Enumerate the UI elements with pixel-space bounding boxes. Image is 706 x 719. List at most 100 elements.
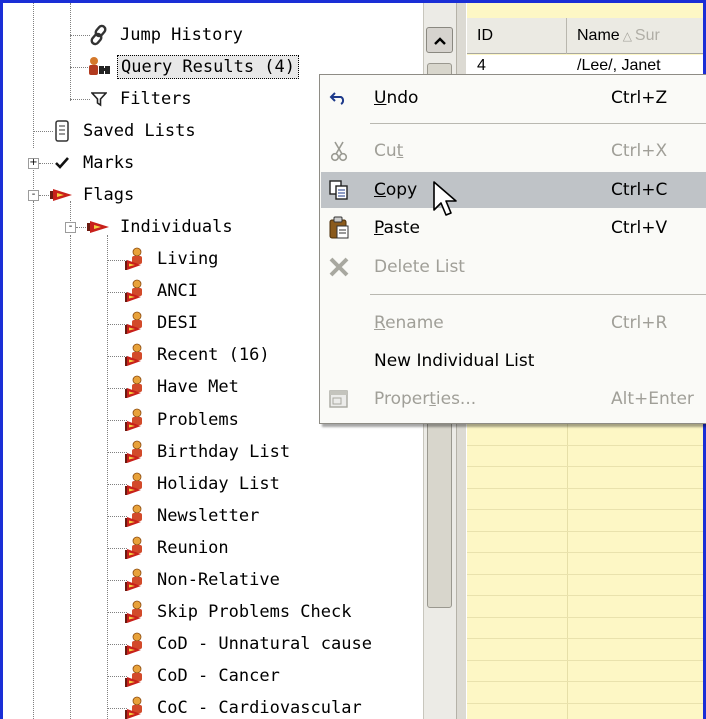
menu-item-shortcut: Alt+Enter bbox=[611, 389, 694, 409]
menu-item-shortcut: Ctrl+X bbox=[611, 141, 668, 161]
tree-item-cod-cancer[interactable]: CoD - Cancer bbox=[124, 661, 283, 691]
grid-row-line bbox=[467, 552, 703, 553]
tree-item-marks[interactable]: Marks bbox=[50, 148, 137, 178]
person-flag-icon bbox=[124, 472, 148, 496]
tree-item-label: Marks bbox=[83, 153, 135, 173]
tree-item-coc-cardiovascular[interactable]: CoC - Cardiovascular bbox=[124, 693, 365, 719]
tree-collapse-individuals[interactable]: - bbox=[65, 222, 76, 233]
tree-item-have-met[interactable]: Have Met bbox=[124, 372, 242, 402]
checkmark-icon bbox=[50, 151, 74, 175]
tree-item-birthday-list[interactable]: Birthday List bbox=[124, 437, 293, 467]
tree-collapse-flags[interactable]: - bbox=[28, 190, 39, 201]
grid-row-line bbox=[467, 681, 703, 682]
tree-item-filters[interactable]: Filters bbox=[87, 84, 195, 114]
column-header-sublabel: Sur bbox=[634, 27, 660, 44]
menu-separator bbox=[370, 294, 706, 295]
grid-row-line bbox=[467, 530, 703, 532]
menu-item-copy[interactable]: Copy Ctrl+C bbox=[321, 172, 706, 208]
person-flag-icon bbox=[124, 343, 148, 367]
grid-row-line bbox=[467, 595, 703, 596]
grid-row-line bbox=[467, 638, 703, 639]
clipboard-icon bbox=[327, 216, 351, 240]
menu-item-label: Delete List bbox=[374, 257, 465, 277]
tree-connector bbox=[70, 3, 71, 101]
tree-item-saved-lists[interactable]: Saved Lists bbox=[50, 116, 199, 146]
tree-item-flags[interactable]: Flags bbox=[50, 180, 137, 210]
copy-icon bbox=[327, 178, 351, 202]
mouse-pointer-icon bbox=[432, 180, 460, 222]
flag-icon bbox=[50, 183, 74, 207]
grid-row-line bbox=[467, 702, 703, 704]
tree-connector bbox=[70, 235, 71, 719]
person-flag-icon bbox=[124, 247, 148, 271]
tree-item-label: ANCI bbox=[157, 281, 198, 302]
tree-item-label: CoC - Cardiovascular bbox=[157, 698, 362, 719]
tree-item-label: Holiday List bbox=[157, 473, 280, 494]
person-flag-icon bbox=[124, 504, 148, 528]
column-header-name[interactable]: Name △ Sur bbox=[567, 18, 703, 54]
menu-item-label: Undo bbox=[374, 88, 419, 108]
menu-item-properties[interactable]: Properties... Alt+Enter bbox=[321, 381, 706, 417]
tree-item-non-relative[interactable]: Non-Relative bbox=[124, 565, 283, 595]
menu-item-label: Properties... bbox=[374, 389, 477, 409]
menu-item-undo[interactable]: Undo Ctrl+Z bbox=[321, 80, 706, 116]
menu-item-rename[interactable]: Rename Ctrl+R bbox=[321, 305, 706, 341]
menu-item-label: Copy bbox=[374, 180, 418, 200]
tree-item-label: Reunion bbox=[157, 537, 229, 558]
tree-item-anci[interactable]: ANCI bbox=[124, 276, 201, 306]
tree-item-label: Skip Problems Check bbox=[157, 602, 352, 623]
scissors-icon bbox=[327, 139, 351, 163]
menu-item-label: New Individual List bbox=[374, 351, 535, 371]
scroll-icon bbox=[50, 119, 74, 143]
grid-header: ID Name △ Sur bbox=[467, 18, 703, 54]
menu-item-label: Cut bbox=[374, 141, 404, 161]
tree-item-label: Query Results (4) bbox=[117, 55, 299, 79]
person-flag-icon bbox=[124, 664, 148, 688]
tree-item-label: DESI bbox=[157, 313, 198, 334]
grid-row-line bbox=[467, 509, 703, 510]
menu-item-new-individual-list[interactable]: New Individual List bbox=[321, 343, 706, 379]
tree-item-label: Living bbox=[157, 249, 219, 269]
tree-item-label: Flags bbox=[83, 185, 135, 205]
tree-item-recent-16[interactable]: Recent (16) bbox=[124, 340, 273, 370]
context-menu: Undo Ctrl+Z Cut Ctrl+X Copy Ctrl+C Paste… bbox=[319, 74, 706, 424]
menu-item-paste[interactable]: Paste Ctrl+V bbox=[321, 210, 706, 246]
tree-item-newsletter[interactable]: Newsletter bbox=[124, 501, 262, 531]
person-flag-icon bbox=[124, 536, 148, 560]
binoculars-icon bbox=[87, 55, 111, 79]
person-flag-icon bbox=[124, 696, 148, 719]
tree-item-holiday-list[interactable]: Holiday List bbox=[124, 469, 283, 499]
tree-item-label: Jump History bbox=[120, 25, 243, 45]
undo-arrow-icon bbox=[327, 86, 351, 110]
tree-item-reunion[interactable]: Reunion bbox=[124, 533, 232, 563]
person-flag-icon bbox=[124, 600, 148, 624]
tree-item-query-results[interactable]: Query Results (4) bbox=[87, 52, 299, 82]
tree-item-desi[interactable]: DESI bbox=[124, 308, 201, 338]
tree-expand-marks[interactable]: + bbox=[28, 158, 39, 169]
funnel-icon bbox=[87, 87, 111, 111]
tree-item-jump-history[interactable]: Jump History bbox=[87, 20, 246, 50]
tree-item-label: Filters bbox=[120, 89, 192, 109]
tree-item-label: Saved Lists bbox=[83, 121, 196, 141]
cell-id: 4 bbox=[477, 57, 486, 74]
menu-item-cut[interactable]: Cut Ctrl+X bbox=[321, 133, 706, 169]
column-header-id[interactable]: ID bbox=[467, 18, 567, 54]
tree-item-individuals[interactable]: Individuals bbox=[87, 212, 236, 242]
tree-item-cod-unnatural-cause[interactable]: CoD - Unnatural cause bbox=[124, 629, 375, 659]
grid-row-line bbox=[467, 659, 703, 661]
person-flag-icon bbox=[124, 279, 148, 303]
tree-item-problems[interactable]: Problems bbox=[124, 405, 242, 435]
person-flag-icon bbox=[124, 311, 148, 335]
scroll-up-button[interactable] bbox=[426, 27, 453, 53]
tree-connector bbox=[33, 201, 34, 719]
menu-item-shortcut: Ctrl+V bbox=[611, 218, 668, 238]
tree-connector bbox=[33, 3, 34, 148]
tree-item-label: Newsletter bbox=[157, 505, 260, 526]
menu-item-delete-list[interactable]: Delete List bbox=[321, 249, 706, 285]
person-flag-icon bbox=[124, 568, 148, 592]
menu-item-label: Paste bbox=[374, 218, 420, 238]
tree-item-skip-problems-check[interactable]: Skip Problems Check bbox=[124, 597, 354, 627]
menu-item-shortcut: Ctrl+R bbox=[611, 313, 668, 333]
tree-connector bbox=[107, 235, 108, 719]
tree-item-living[interactable]: Living bbox=[124, 244, 221, 274]
